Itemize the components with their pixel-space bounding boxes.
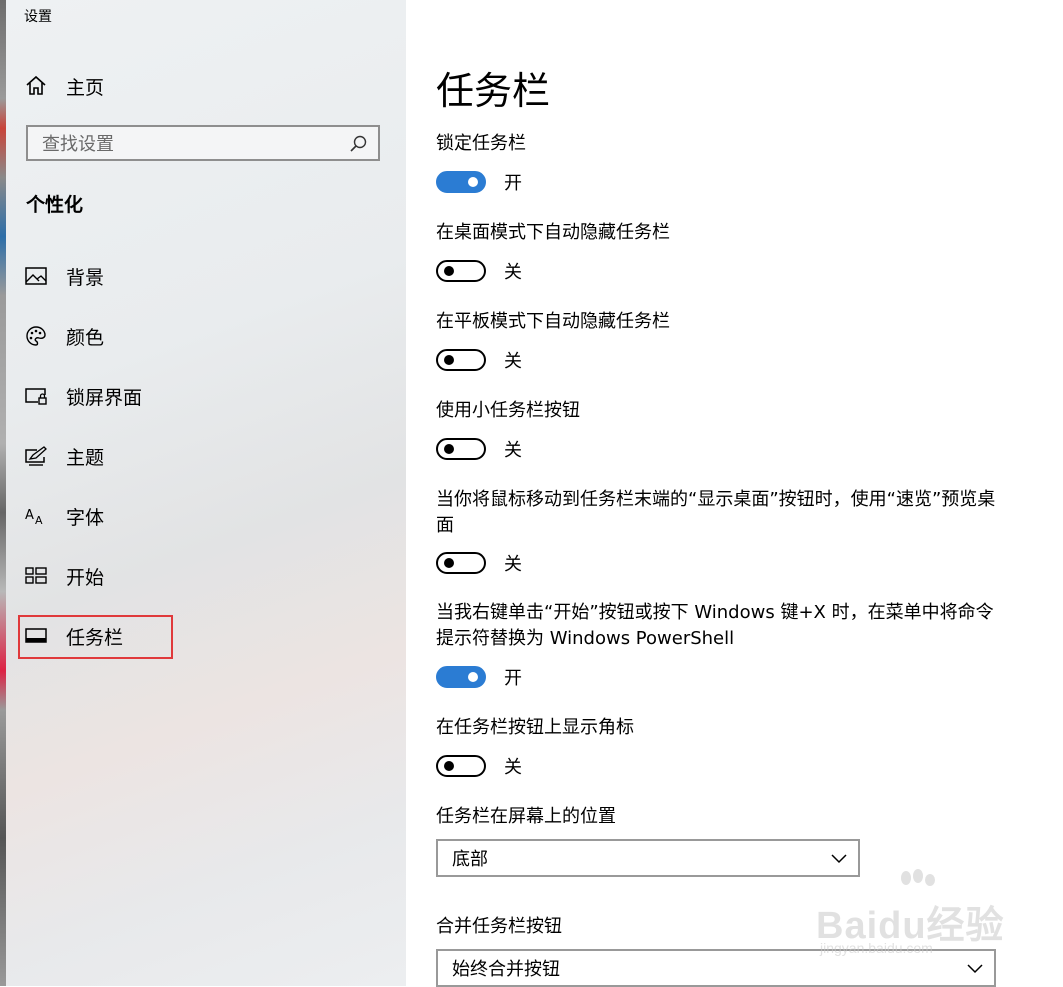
palette-icon [24,324,48,348]
sidebar-item-label: 背景 [66,266,105,289]
sidebar-item-label: 锁屏界面 [66,386,143,409]
position-dropdown[interactable]: 底部 [436,839,860,877]
font-icon: AA [24,504,48,528]
baidu-watermark: Baidu经验 jingyan.baidu.com [816,868,1056,968]
powershell-toggle[interactable] [436,666,486,688]
theme-icon [24,444,48,468]
autohide-desktop-toggle-row[interactable]: 关 [436,257,522,285]
sidebar-item-colors[interactable]: 颜色 [24,321,104,351]
setting-label: 在任务栏按钮上显示角标 [436,717,634,738]
toggle-knob [444,444,454,454]
svg-text:A: A [35,514,43,526]
chevron-down-icon [830,849,848,867]
toggle-state: 开 [504,173,522,194]
sidebar-item-label: 颜色 [66,326,105,349]
sidebar-item-themes[interactable]: 主题 [24,441,104,471]
toggle-state: 关 [504,554,522,575]
position-label: 任务栏在屏幕上的位置 [436,806,616,827]
toggle-knob [468,672,478,682]
peek-toggle-row[interactable]: 关 [436,549,522,577]
setting-label: 锁定任务栏 [436,133,526,154]
small-buttons-toggle-row[interactable]: 关 [436,435,522,463]
toggle-state: 关 [504,262,522,283]
setting-label: 当你将鼠标移动到任务栏末端的“显示桌面”按钮时，使用“速览”预览桌面 [436,489,996,536]
picture-icon [24,264,48,288]
toggle-knob [444,266,454,276]
home-nav-item[interactable]: 主页 [24,72,104,100]
peek-toggle[interactable] [436,552,486,574]
setting-label: 当我右键单击“开始”按钮或按下 Windows 键+X 时，在菜单中将命令提示符… [436,602,994,649]
setting-label: 在平板模式下自动隐藏任务栏 [436,311,670,332]
start-icon [24,564,48,588]
position-value: 底部 [452,849,488,870]
toggle-state: 关 [504,757,522,778]
badges-toggle-row[interactable]: 关 [436,752,522,780]
page-title: 任务栏 [436,69,551,113]
search-icon[interactable] [348,134,368,154]
autohide-tablet-toggle[interactable] [436,349,486,371]
search-input[interactable]: 查找设置 [26,125,380,161]
svg-text:A: A [25,508,34,523]
sidebar-item-fonts[interactable]: AA 字体 [24,501,104,531]
toggle-state: 关 [504,440,522,461]
toggle-knob [468,177,478,187]
window-title: 设置 [24,9,52,25]
powershell-toggle-row[interactable]: 开 [436,663,522,691]
toggle-knob [444,558,454,568]
toggle-state: 关 [504,351,522,372]
sidebar-item-background[interactable]: 背景 [24,261,104,291]
combine-value: 始终合并按钮 [452,959,560,980]
lock-screen-icon [24,384,48,408]
home-label: 主页 [66,76,105,99]
toggle-knob [444,355,454,365]
lock-taskbar-toggle-row[interactable]: 开 [436,168,522,196]
setting-label: 在桌面模式下自动隐藏任务栏 [436,222,670,243]
toggle-state: 开 [504,668,522,689]
sidebar-item-start[interactable]: 开始 [24,561,104,591]
sidebar-item-lock-screen[interactable]: 锁屏界面 [24,381,142,411]
autohide-tablet-toggle-row[interactable]: 关 [436,346,522,374]
watermark-subtext: jingyan.baidu.com [820,940,933,956]
selection-highlight-box [18,615,173,659]
setting-label: 使用小任务栏按钮 [436,400,580,421]
main-content: 任务栏 锁定任务栏 开 在桌面模式下自动隐藏任务栏 关 在平板模式下自动隐藏任务… [406,0,1063,987]
search-placeholder: 查找设置 [42,134,114,155]
sidebar-item-label: 字体 [66,506,105,529]
section-title: 个性化 [26,194,84,216]
small-buttons-toggle[interactable] [436,438,486,460]
sidebar-item-label: 主题 [66,446,105,469]
sidebar-item-label: 开始 [66,566,105,589]
autohide-desktop-toggle[interactable] [436,260,486,282]
sidebar: 设置 主页 查找设置 个性化 背景 颜色 锁屏界面 主题 A A 字体 开始 任… [6,0,406,986]
toggle-knob [444,761,454,771]
lock-taskbar-toggle[interactable] [436,171,486,193]
home-icon [24,74,48,98]
badges-toggle[interactable] [436,755,486,777]
